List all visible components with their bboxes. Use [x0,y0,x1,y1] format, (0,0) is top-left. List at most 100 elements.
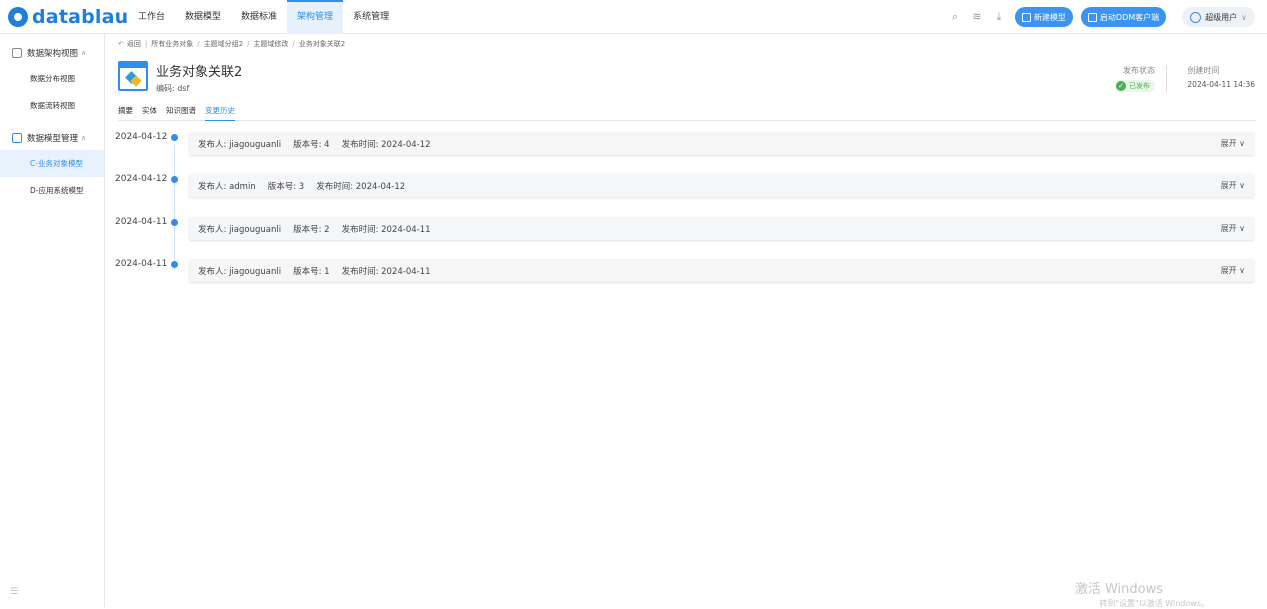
expand-button[interactable]: 展开 ∨ [1221,223,1245,234]
search-icon[interactable]: ⌕ [949,11,961,23]
new-model-label: 新建模型 [1033,12,1066,22]
tab-bar: 摘要 实体 知识图谱 变更历史 [118,104,1256,121]
timeline-date: 2024-04-12 [115,132,168,142]
publish-time: 发布时间: 2024-04-11 [341,266,431,277]
created-time-label: 创建时间 [1187,66,1220,75]
timeline-item: 2024-04-12 发布人: jiagouguanli 版本号: 4 发布时间… [106,130,1267,155]
created-time-value: 2024-04-11 14:36 [1187,80,1255,89]
publisher: 发布人: jiagouguanli [198,266,282,277]
nav-data-model[interactable]: 数据模型 [175,0,231,34]
business-object-icon [118,61,148,91]
divider [1166,65,1167,93]
sidebar-group-label: 数据架构视图 [27,49,79,59]
tab-summary[interactable]: 摘要 [118,104,133,121]
timeline-dot [171,134,178,141]
breadcrumb-item[interactable]: 主题域分组2 [204,39,243,49]
page-title: 业务对象关联2 [156,65,243,80]
nav-workbench[interactable]: 工作台 [128,0,175,34]
collapse-sidebar-icon[interactable]: ☰ [10,587,18,597]
created-time: 创建时间 2024-04-11 14:36 [1187,65,1255,89]
history-card[interactable]: 发布人: admin 版本号: 3 发布时间: 2024-04-12 展开 ∨ [189,174,1254,197]
sidebar-group-model-management[interactable]: 数据模型管理 ∧ [0,126,104,150]
timeline-item: 2024-04-11 发布人: jiagouguanli 版本号: 1 发布时间… [106,257,1267,282]
publisher: 发布人: jiagouguanli [198,139,282,150]
back-icon[interactable]: ↶ [118,40,124,48]
expand-button[interactable]: 展开 ∨ [1221,180,1245,191]
download-icon[interactable]: ⤓ [993,11,1005,23]
breadcrumb-separator: / [197,40,200,48]
expand-button[interactable]: 展开 ∨ [1221,265,1245,276]
model-icon [12,133,22,143]
sidebar-group-architecture-view[interactable]: 数据架构视图 ∧ [0,41,104,65]
version: 版本号: 4 [293,139,330,150]
activation-watermark-hint: 转到"设置"以激活 Windows。 [1099,599,1209,608]
tab-entities[interactable]: 实体 [142,104,157,121]
publish-status: 发布状态 ✓ 已发布 [1115,65,1155,92]
tab-change-history[interactable]: 变更历史 [205,104,235,121]
publisher: 发布人: admin [198,181,256,192]
check-icon: ✓ [1116,81,1126,91]
timeline-line [174,144,175,270]
timeline-date: 2024-04-11 [115,217,168,227]
top-bar: datablau 工作台 数据模型 数据标准 架构管理 系统管理 ⌕ ≋ ⤓ 新… [0,0,1267,34]
publisher: 发布人: jiagouguanli [198,224,282,235]
launch-ddm-label: 启动DDM客户端 [1099,12,1160,22]
tab-knowledge-graph[interactable]: 知识图谱 [166,104,196,121]
divider: | [144,40,148,48]
main-nav: 工作台 数据模型 数据标准 架构管理 系统管理 [128,0,399,34]
breadcrumb-separator: / [247,40,250,48]
history-card[interactable]: 发布人: jiagouguanli 版本号: 4 发布时间: 2024-04-1… [189,132,1254,155]
timeline-item: 2024-04-12 发布人: admin 版本号: 3 发布时间: 2024-… [106,172,1267,197]
status-value: 已发布 [1129,82,1150,90]
breadcrumb-item[interactable]: 主题域修改 [253,39,288,49]
timeline-dot [171,261,178,268]
timeline-dot [171,219,178,226]
timeline-dot [171,176,178,183]
chevron-down-icon: ∨ [1241,12,1247,22]
monitor-icon [1087,12,1097,22]
version: 版本号: 3 [267,181,305,192]
chevron-up-icon: ∧ [81,134,87,142]
object-code: 编码: dsf [156,84,190,93]
breadcrumb-separator: / [292,40,295,48]
main-content: ↶ 返回 | 所有业务对象 / 主题域分组2 / 主题域修改 / 业务对象关联2… [106,34,1267,608]
publish-time: 发布时间: 2024-04-12 [341,139,431,150]
nav-architecture[interactable]: 架构管理 [287,0,344,34]
breadcrumb-current: 业务对象关联2 [298,40,346,48]
timeline-date: 2024-04-12 [115,174,168,184]
new-model-icon [1021,12,1031,22]
timeline-date: 2024-04-11 [115,259,168,269]
history-card[interactable]: 发布人: jiagouguanli 版本号: 1 发布时间: 2024-04-1… [189,259,1254,282]
logo-text: datablau [32,6,129,28]
chevron-up-icon: ∧ [81,49,87,57]
sidebar-group-label: 数据模型管理 [27,134,79,144]
activation-watermark: 激活 Windows [1074,582,1163,597]
timeline-item: 2024-04-11 发布人: jiagouguanli 版本号: 2 发布时间… [106,215,1267,240]
toolbar: ⌕ ≋ ⤓ 新建模型 启动DDM客户端 超级用户 ∨ [949,0,1267,34]
sidebar: 数据架构视图 ∧ 数据分布视图 数据流转视图 数据模型管理 ∧ C-业务对象模型… [0,34,105,607]
cube-icon [12,48,22,58]
sidebar-item-app-system-model[interactable]: D-应用系统模型 [0,177,104,204]
nav-system[interactable]: 系统管理 [343,0,399,34]
logo-icon [8,7,28,27]
breadcrumb-item[interactable]: 所有业务对象 [151,39,193,49]
layers-icon[interactable]: ≋ [971,11,983,23]
logo[interactable]: datablau [8,6,128,28]
history-card[interactable]: 发布人: jiagouguanli 版本号: 2 发布时间: 2024-04-1… [189,217,1254,240]
nav-data-standard[interactable]: 数据标准 [231,0,287,34]
version: 版本号: 1 [293,266,330,277]
launch-ddm-button[interactable]: 启动DDM客户端 [1080,7,1167,27]
sidebar-item-distribution-view[interactable]: 数据分布视图 [0,65,104,92]
breadcrumb: ↶ 返回 | 所有业务对象 / 主题域分组2 / 主题域修改 / 业务对象关联2 [118,39,345,49]
sidebar-item-business-object-model[interactable]: C-业务对象模型 [0,150,104,177]
user-name: 超级用户 [1205,12,1238,22]
user-menu[interactable]: 超级用户 ∨ [1182,7,1255,27]
sidebar-item-flow-view[interactable]: 数据流转视图 [0,92,104,119]
publish-time: 发布时间: 2024-04-11 [341,224,431,235]
expand-button[interactable]: 展开 ∨ [1221,138,1245,149]
user-icon [1190,11,1202,23]
publish-time: 发布时间: 2024-04-12 [316,181,406,192]
back-link[interactable]: 返回 [127,39,141,49]
version: 版本号: 2 [293,224,330,235]
new-model-button[interactable]: 新建模型 [1014,7,1073,27]
